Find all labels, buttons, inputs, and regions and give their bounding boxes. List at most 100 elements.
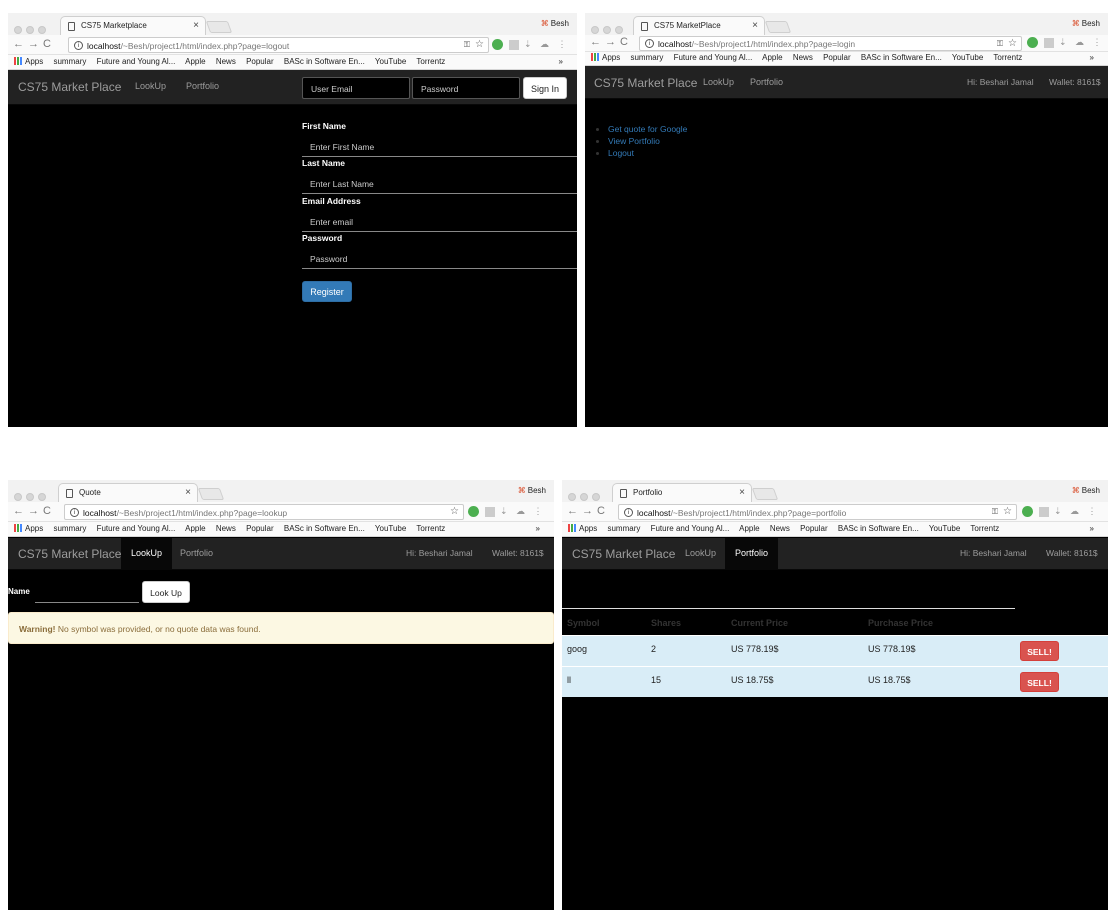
get-quote-link[interactable]: Get quote for Google	[608, 124, 687, 134]
bookmark-star-icon[interactable]: ☆	[450, 506, 459, 517]
close-tab-icon[interactable]: ×	[739, 487, 745, 498]
browser-tab[interactable]: Portfolio ×	[612, 483, 752, 502]
extensions[interactable]: ⇣ ☁ ⋮	[492, 39, 570, 51]
key-icon[interactable]: ⚿	[992, 507, 998, 517]
new-tab-button[interactable]	[764, 21, 792, 33]
bookmark-item[interactable]: News	[216, 524, 236, 533]
bookmark-item[interactable]: Popular	[246, 57, 274, 66]
nav-buttons[interactable]: ←→C	[590, 36, 632, 48]
bookmark-item[interactable]: Future and Young Al...	[97, 57, 176, 66]
nav-portfolio[interactable]: Portfolio	[750, 77, 783, 87]
bookmark-item[interactable]: News	[770, 524, 790, 533]
profile-button[interactable]: ⌘ Besh	[1072, 19, 1100, 28]
url-input[interactable]: i localhost/~Besh/project1/html/index.ph…	[618, 504, 1017, 520]
key-icon[interactable]: ⚿	[997, 39, 1003, 49]
browser-tab[interactable]: Quote ×	[58, 483, 198, 502]
brand-link[interactable]: CS75 Market Place	[572, 547, 675, 561]
extensions[interactable]: ⇣ ☁ ⋮	[468, 506, 546, 518]
url-input[interactable]: i localhost/~Besh/project1/html/index.ph…	[68, 37, 489, 53]
password-input[interactable]: Password	[302, 249, 577, 269]
bookmark-item[interactable]: Popular	[800, 524, 828, 533]
nav-buttons[interactable]: ←→C	[13, 38, 55, 50]
bookmark-item[interactable]: Apps	[568, 524, 597, 533]
nav-portfolio[interactable]: Portfolio	[180, 548, 213, 558]
bookmark-item[interactable]: Future and Young Al...	[97, 524, 176, 533]
bookmark-item[interactable]: YouTube	[375, 524, 406, 533]
login-password-input[interactable]: Password	[412, 77, 520, 99]
sell-button[interactable]: SELL!	[1020, 672, 1059, 692]
bookmark-item[interactable]: Future and Young Al...	[674, 53, 753, 62]
nav-portfolio[interactable]: Portfolio	[725, 538, 779, 570]
nav-lookup[interactable]: LookUp	[135, 81, 166, 91]
bookmark-item[interactable]: Torrentz	[993, 53, 1022, 62]
browser-tab[interactable]: CS75 Marketplace ×	[60, 16, 206, 35]
bookmark-item[interactable]: Apple	[762, 53, 782, 62]
new-tab-button[interactable]	[751, 488, 779, 500]
key-icon[interactable]: ⚿	[464, 40, 470, 50]
bookmark-item[interactable]: Future and Young Al...	[651, 524, 730, 533]
bookmark-item[interactable]: BASc in Software En...	[284, 524, 365, 533]
extensions[interactable]: ⇣ ☁ ⋮	[1027, 37, 1105, 49]
bookmark-item[interactable]: BASc in Software En...	[838, 524, 919, 533]
bookmark-item[interactable]: Apple	[185, 57, 205, 66]
bookmark-star-icon[interactable]: ☆	[1008, 38, 1017, 49]
nav-lookup[interactable]: LookUp	[121, 538, 173, 570]
new-tab-button[interactable]	[205, 21, 233, 33]
profile-button[interactable]: ⌘ Besh	[1072, 486, 1100, 495]
email-input[interactable]: Enter email	[302, 212, 577, 232]
bookmarks-overflow-button[interactable]: »	[1090, 53, 1094, 62]
close-tab-icon[interactable]: ×	[193, 20, 199, 31]
url-input[interactable]: i localhost/~Besh/project1/html/index.ph…	[639, 36, 1022, 51]
nav-lookup[interactable]: LookUp	[685, 548, 716, 558]
bookmark-item[interactable]: YouTube	[952, 53, 983, 62]
bookmark-item[interactable]: Popular	[823, 53, 851, 62]
bookmark-star-icon[interactable]: ☆	[475, 39, 484, 50]
brand-link[interactable]: CS75 Market Place	[594, 76, 697, 90]
nav-buttons[interactable]: ←→C	[13, 505, 55, 517]
bookmarks-overflow-button[interactable]: »	[536, 524, 540, 533]
bookmark-item[interactable]: Apps	[14, 57, 43, 66]
url-input[interactable]: i localhost/~Besh/project1/html/index.ph…	[64, 504, 464, 520]
brand-link[interactable]: CS75 Market Place	[18, 80, 121, 94]
bookmark-item[interactable]: YouTube	[929, 524, 960, 533]
browser-tab[interactable]: CS75 MarketPlace ×	[633, 16, 765, 35]
bookmark-item[interactable]: News	[793, 53, 813, 62]
sign-in-button[interactable]: Sign In	[523, 77, 567, 99]
last-name-input[interactable]: Enter Last Name	[302, 174, 577, 194]
sell-button[interactable]: SELL!	[1020, 641, 1059, 661]
bookmark-item[interactable]: Apps	[14, 524, 43, 533]
nav-lookup[interactable]: LookUp	[703, 77, 734, 87]
bookmark-item[interactable]: BASc in Software En...	[861, 53, 942, 62]
bookmark-item[interactable]: summary	[607, 524, 640, 533]
new-tab-button[interactable]	[197, 488, 225, 500]
bookmark-item[interactable]: Apps	[591, 53, 620, 62]
bookmark-item[interactable]: Apple	[185, 524, 205, 533]
bookmarks-overflow-button[interactable]: »	[1090, 524, 1094, 533]
extensions[interactable]: ⇣ ☁ ⋮	[1022, 506, 1100, 518]
symbol-input[interactable]	[35, 584, 139, 603]
bookmark-item[interactable]: YouTube	[375, 57, 406, 66]
bookmark-item[interactable]: Torrentz	[970, 524, 999, 533]
login-email-input[interactable]: User Email	[302, 77, 410, 99]
bookmark-item[interactable]: Apple	[739, 524, 759, 533]
register-button[interactable]: Register	[302, 281, 352, 302]
profile-button[interactable]: ⌘ Besh	[541, 19, 569, 28]
bookmark-item[interactable]: summary	[630, 53, 663, 62]
close-tab-icon[interactable]: ×	[185, 487, 191, 498]
bookmark-item[interactable]: Popular	[246, 524, 274, 533]
bookmark-item[interactable]: summary	[53, 524, 86, 533]
nav-portfolio[interactable]: Portfolio	[186, 81, 219, 91]
bookmarks-overflow-button[interactable]: »	[559, 57, 563, 66]
bookmark-item[interactable]: summary	[53, 57, 86, 66]
first-name-input[interactable]: Enter First Name	[302, 137, 577, 157]
bookmark-item[interactable]: Torrentz	[416, 57, 445, 66]
brand-link[interactable]: CS75 Market Place	[18, 547, 121, 561]
logout-link[interactable]: Logout	[608, 148, 634, 158]
view-portfolio-link[interactable]: View Portfolio	[608, 136, 660, 146]
bookmark-item[interactable]: Torrentz	[416, 524, 445, 533]
bookmark-item[interactable]: News	[216, 57, 236, 66]
nav-buttons[interactable]: ←→C	[567, 505, 609, 517]
lookup-button[interactable]: Look Up	[142, 581, 190, 603]
close-tab-icon[interactable]: ×	[752, 20, 758, 31]
bookmark-star-icon[interactable]: ☆	[1003, 506, 1012, 517]
